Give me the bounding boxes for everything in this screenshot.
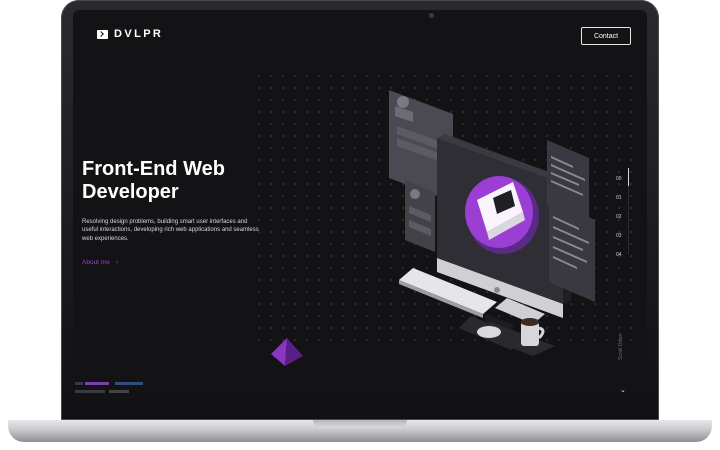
section-pager: 00 01 02 03 04 bbox=[616, 170, 622, 265]
purple-pyramid bbox=[271, 338, 303, 366]
hero-title: Front-End Web Developer bbox=[82, 158, 302, 204]
hero-title-line-2: Developer bbox=[82, 181, 179, 203]
pager-item-03[interactable]: 03 bbox=[616, 227, 622, 246]
scroll-down-label: Scroll Down bbox=[618, 333, 624, 360]
mouse bbox=[477, 326, 501, 338]
chevron-right-icon: › bbox=[115, 259, 119, 266]
pager-active-indicator bbox=[628, 168, 629, 186]
camera-dot bbox=[429, 13, 434, 18]
about-me-link[interactable]: About me › bbox=[82, 259, 118, 266]
about-me-label: About me bbox=[82, 259, 110, 266]
chevron-down-icon[interactable]: ⌄ bbox=[620, 386, 626, 394]
pager-item-01[interactable]: 01 bbox=[616, 189, 622, 208]
workstation-illustration bbox=[389, 90, 595, 356]
hero-description: Resolving design problems, building smar… bbox=[82, 219, 259, 242]
pager-item-04[interactable]: 04 bbox=[616, 246, 622, 265]
pager-item-00[interactable]: 00 bbox=[616, 170, 622, 189]
site-logo[interactable]: DVLPR bbox=[97, 28, 163, 40]
logo-text: DVLPR bbox=[114, 28, 164, 40]
terminal-icon bbox=[97, 29, 108, 39]
blurred-code-strip bbox=[75, 382, 143, 393]
hero-title-line-1: Front-End Web bbox=[82, 158, 225, 180]
laptop-base-notch bbox=[313, 420, 407, 428]
pager-item-02[interactable]: 02 bbox=[616, 208, 622, 227]
laptop-screen: DVLPR Contact Front-End Web Developer Re… bbox=[73, 10, 647, 398]
contact-button[interactable]: Contact bbox=[581, 27, 631, 45]
